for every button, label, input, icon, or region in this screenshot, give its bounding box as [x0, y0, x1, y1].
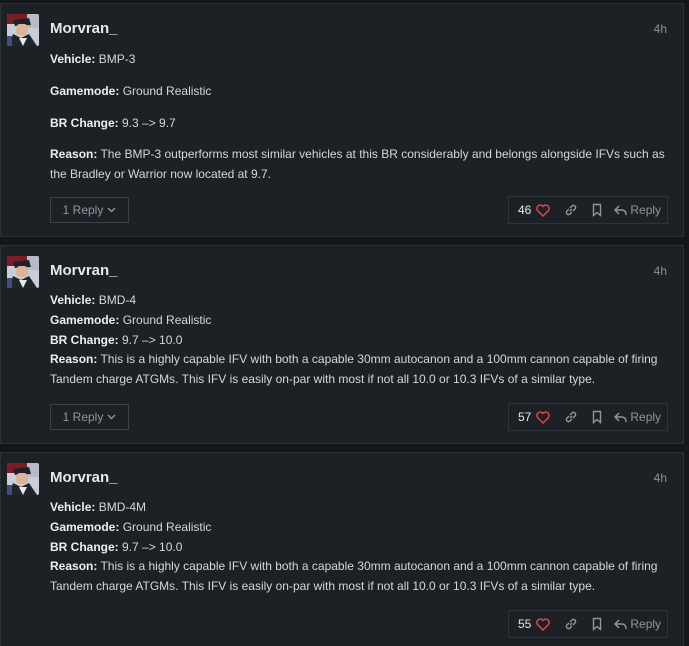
reason-label: Reason: [50, 559, 98, 573]
heart-icon[interactable] [536, 410, 551, 424]
reason-value: The BMP-3 outperforms most similar vehic… [50, 147, 665, 181]
reply-arrow-icon [614, 411, 628, 422]
vehicle-label: Vehicle: [50, 293, 96, 307]
link-icon[interactable] [564, 617, 578, 631]
gamemode-label: Gamemode: [50, 84, 120, 98]
reply-button[interactable]: Reply [614, 617, 661, 631]
post-time[interactable]: 4h [654, 264, 667, 278]
reply-label: Reply [630, 410, 662, 424]
vehicle-line: Vehicle: BMP-3 [50, 52, 135, 66]
post-actions: 46 Reply [508, 196, 668, 224]
chevron-down-icon [107, 414, 116, 420]
gamemode-label: Gamemode: [50, 313, 120, 327]
reply-label: Reply [630, 203, 662, 217]
reply-arrow-icon [614, 204, 628, 215]
gamemode-line: Gamemode: Ground Realistic [50, 313, 211, 327]
vehicle-line: Vehicle: BMD-4M [50, 500, 146, 514]
reason-value: This is a highly capable IFV with both a… [50, 559, 658, 593]
post-card: Morvran_ 4h Vehicle: BMD-4 Gamemode: Gro… [0, 245, 684, 444]
vehicle-label: Vehicle: [50, 52, 96, 66]
username[interactable]: Morvran_ [50, 469, 118, 486]
post-actions: 57 Reply [508, 403, 668, 431]
br-line: BR Change: 9.3 –> 9.7 [50, 116, 176, 130]
post-card: Morvran_ 4h Vehicle: BMP-3 Gamemode: Gro… [0, 3, 684, 237]
username[interactable]: Morvran_ [50, 262, 118, 279]
br-label: BR Change: [50, 333, 119, 347]
post-card: Morvran_ 4h Vehicle: BMD-4M Gamemode: Gr… [0, 452, 684, 646]
br-label: BR Change: [50, 540, 119, 554]
show-replies-button[interactable]: 1 Reply [50, 404, 129, 430]
reply-label: Reply [630, 617, 662, 631]
br-line: BR Change: 9.7 –> 10.0 [50, 333, 182, 347]
reply-button[interactable]: Reply [614, 410, 661, 424]
vehicle-line: Vehicle: BMD-4 [50, 293, 136, 307]
gamemode-line: Gamemode: Ground Realistic [50, 520, 211, 534]
gamemode-value: Ground Realistic [119, 313, 212, 327]
username[interactable]: Morvran_ [50, 20, 118, 37]
post-time[interactable]: 4h [654, 22, 667, 36]
gamemode-label: Gamemode: [50, 520, 120, 534]
reason-line: Reason: The BMP-3 outperforms most simil… [50, 144, 670, 184]
like-count[interactable]: 46 [518, 203, 531, 217]
link-icon[interactable] [564, 203, 578, 217]
vehicle-value: BMP-3 [95, 52, 136, 66]
gamemode-value: Ground Realistic [119, 520, 212, 534]
br-value: 9.7 –> 10.0 [118, 540, 183, 554]
chevron-down-icon [107, 207, 116, 213]
gamemode-value: Ground Realistic [119, 84, 212, 98]
post-time[interactable]: 4h [654, 471, 667, 485]
vehicle-label: Vehicle: [50, 500, 96, 514]
like-count[interactable]: 57 [518, 410, 531, 424]
bookmark-icon[interactable] [590, 203, 604, 217]
vehicle-value: BMD-4M [95, 500, 147, 514]
post-actions: 55 Reply [508, 610, 668, 638]
avatar[interactable] [7, 14, 39, 46]
replies-count: 1 Reply [62, 203, 104, 217]
br-value: 9.3 –> 9.7 [118, 116, 176, 130]
show-replies-button[interactable]: 1 Reply [50, 197, 129, 223]
reason-label: Reason: [50, 147, 98, 161]
reason-value: This is a highly capable IFV with both a… [50, 352, 658, 386]
bookmark-icon[interactable] [590, 410, 604, 424]
like-count[interactable]: 55 [518, 617, 531, 631]
heart-icon[interactable] [536, 617, 551, 631]
bookmark-icon[interactable] [590, 617, 604, 631]
gamemode-line: Gamemode: Ground Realistic [50, 84, 211, 98]
replies-count: 1 Reply [62, 410, 104, 424]
reason-line: Reason: This is a highly capable IFV wit… [50, 349, 670, 389]
reason-line: Reason: This is a highly capable IFV wit… [50, 556, 670, 596]
link-icon[interactable] [564, 410, 578, 424]
avatar[interactable] [7, 463, 39, 495]
heart-icon[interactable] [536, 203, 551, 217]
reply-arrow-icon [614, 618, 628, 629]
vehicle-value: BMD-4 [95, 293, 137, 307]
reason-label: Reason: [50, 352, 98, 366]
br-line: BR Change: 9.7 –> 10.0 [50, 540, 182, 554]
br-label: BR Change: [50, 116, 119, 130]
br-value: 9.7 –> 10.0 [118, 333, 183, 347]
reply-button[interactable]: Reply [614, 203, 661, 217]
avatar[interactable] [7, 256, 39, 288]
